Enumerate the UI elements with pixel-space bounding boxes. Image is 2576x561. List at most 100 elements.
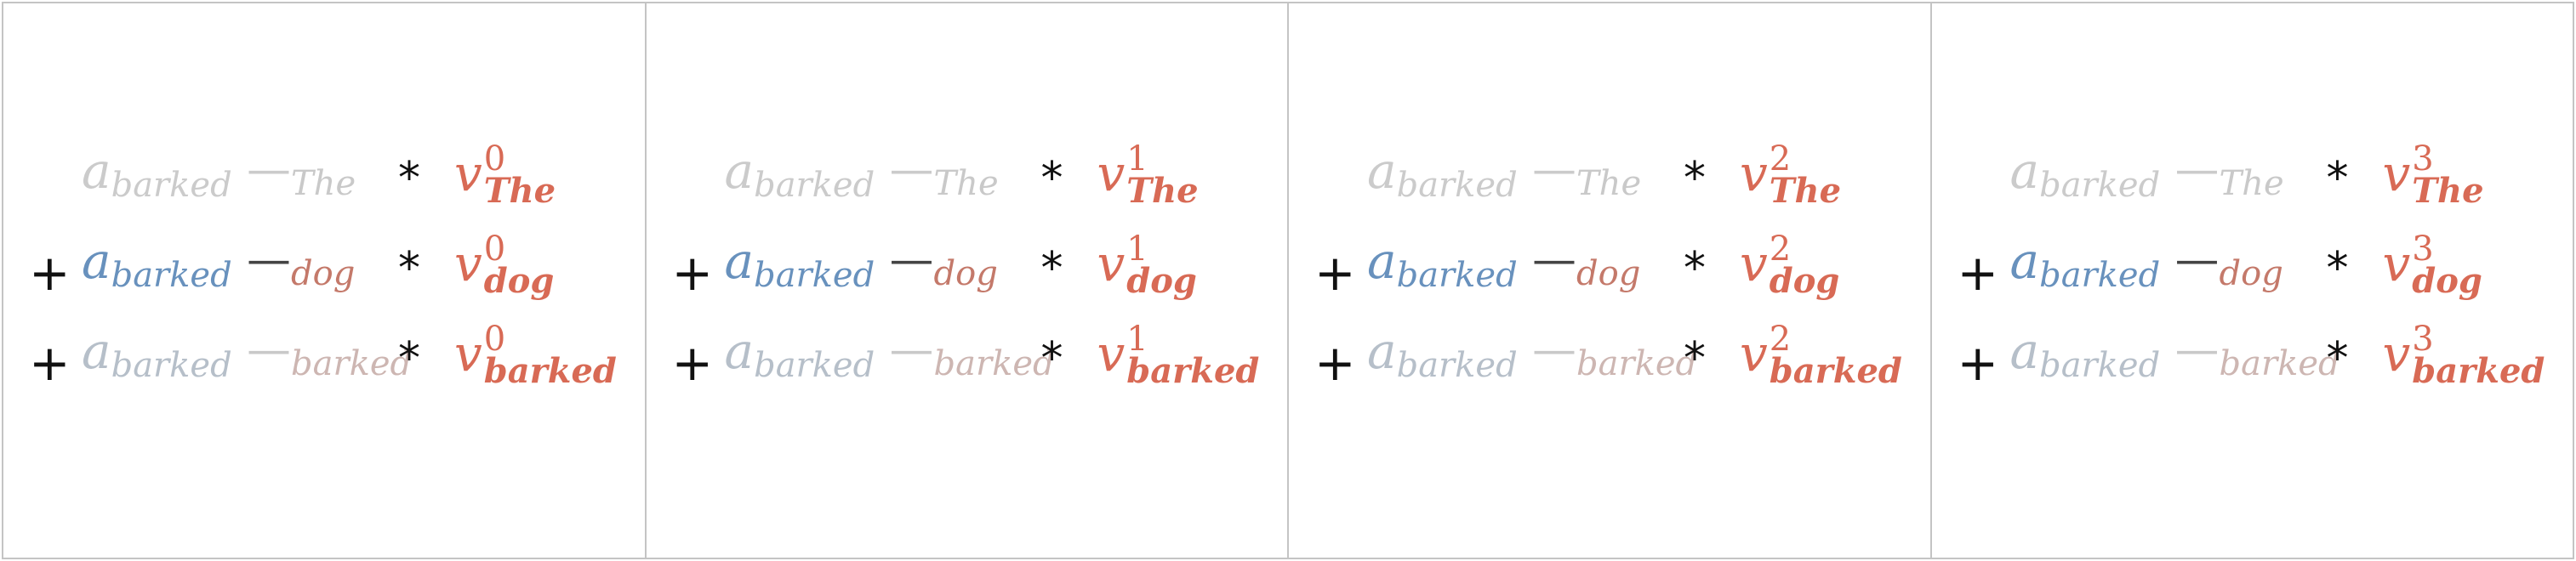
attention-key-token: barked [291, 344, 413, 383]
minus-connector: — [247, 235, 291, 286]
attention-query: barked [754, 256, 875, 295]
value-symbol: v [1740, 235, 1768, 292]
attention-symbol: a [1367, 322, 1397, 380]
plus-sign: + [1314, 244, 1356, 302]
value-vector: v 0 barked [454, 322, 617, 391]
attention-query: barked [2039, 256, 2161, 295]
value-symbol: v [2382, 235, 2411, 292]
multiply-sign: * [1040, 243, 1063, 294]
minus-connector: — [1532, 325, 1576, 376]
attention-query: barked [754, 166, 875, 205]
attention-symbol: a [1367, 142, 1397, 200]
equation-row-dog: + abarked — dog * v 3 dog [1952, 230, 2565, 320]
value-vector: v 1 The [1097, 142, 1199, 211]
value-token: barked [2412, 351, 2545, 391]
value-vector: v 0 The [454, 142, 556, 208]
value-token: The [1126, 171, 1199, 211]
equation-row-the: abarked — The * v 3 The [1952, 139, 2565, 230]
attention-weight: abarked [82, 326, 232, 382]
attention-symbol: a [82, 142, 111, 200]
value-token: dog [483, 261, 555, 301]
value-symbol: v [1740, 325, 1768, 382]
value-vector: v 3 The [2382, 142, 2484, 211]
value-token: The [2412, 171, 2484, 211]
multiply-sign: * [2326, 153, 2349, 204]
plus-sign: + [29, 244, 71, 302]
value-token: barked [1769, 351, 1902, 391]
attention-weight: abarked [1367, 326, 1518, 382]
equation-row-barked: + abarked — barked * v 3 barked [1952, 320, 2565, 410]
plus-sign: + [1314, 334, 1356, 392]
attention-query: barked [111, 256, 232, 295]
attention-query: barked [111, 166, 232, 205]
minus-connector: — [1532, 235, 1576, 286]
multiply-sign: * [2326, 243, 2349, 294]
value-vector: v 2 dog [1740, 232, 1840, 301]
multiply-sign: * [1040, 153, 1063, 204]
value-vector: v 2 The [1740, 142, 1841, 208]
attention-key-token: The [2219, 164, 2284, 203]
value-head-panel-3: abarked — The * v 3 The + abarked — dog * … [1929, 3, 2573, 558]
plus-sign: + [671, 334, 714, 392]
multiply-sign: * [1684, 333, 1706, 384]
value-token: dog [1769, 261, 1840, 301]
attention-query: barked [1396, 166, 1518, 205]
attention-symbol: a [1367, 232, 1397, 290]
plus-sign: + [671, 244, 714, 302]
attention-weight: abarked [725, 326, 875, 382]
minus-connector: — [2174, 144, 2220, 196]
minus-connector: — [889, 144, 934, 196]
plus-sign: + [1957, 244, 1999, 302]
weighted-sum-equation: abarked — The * v 0 The + abarked — dog * … [24, 139, 636, 410]
value-vector: v 3 dog [2382, 232, 2482, 298]
multiply-sign: * [2326, 333, 2349, 384]
attention-weight: abarked [725, 236, 875, 292]
attention-query: barked [2039, 166, 2161, 205]
minus-connector: — [889, 235, 934, 286]
attention-key-token: dog [2219, 254, 2283, 293]
weighted-sum-equation: abarked — The * v 3 The + abarked — dog * … [1952, 139, 2565, 410]
attention-query: barked [1396, 256, 1518, 295]
attention-symbol: a [724, 232, 755, 290]
plus-sign: + [1957, 334, 1999, 392]
diagram-frame: abarked — The * v 0 The + abarked — dog * … [2, 2, 2574, 559]
equation-row-barked: + abarked — barked * v 2 barked [1309, 320, 1922, 410]
value-symbol: v [454, 144, 482, 202]
equation-row-dog: + abarked — dog * v 0 dog [24, 230, 636, 320]
value-symbol: v [1097, 235, 1126, 292]
equation-row-dog: + abarked — dog * v 1 dog [667, 230, 1279, 320]
attention-symbol: a [724, 142, 755, 200]
value-symbol: v [2382, 144, 2411, 202]
attention-symbol: a [724, 322, 755, 380]
attention-weight: abarked [2010, 236, 2161, 292]
attention-query: barked [754, 346, 875, 385]
attention-weight: abarked [1367, 236, 1518, 292]
value-vector: v 2 barked [1740, 322, 1902, 391]
attention-symbol: a [82, 322, 111, 380]
value-symbol: v [454, 235, 482, 292]
attention-key-token: dog [1576, 254, 1641, 293]
attention-key-token: dog [291, 254, 356, 293]
multiply-sign: * [1684, 153, 1706, 204]
multiply-sign: * [398, 153, 420, 204]
attention-weight: abarked [725, 146, 875, 202]
value-head-panel-1: abarked — The * v 1 The + abarked — dog * … [644, 3, 1288, 558]
equation-row-the: abarked — The * v 0 The [24, 139, 636, 230]
minus-connector: — [889, 325, 934, 376]
attention-query: barked [111, 346, 232, 385]
attention-key-token: dog [933, 254, 998, 293]
attention-weight: abarked [2010, 326, 2161, 382]
attention-key-token: barked [1576, 344, 1698, 383]
multiply-sign: * [1040, 333, 1063, 384]
value-token: barked [483, 351, 617, 391]
equation-row-the: abarked — The * v 1 The [667, 139, 1279, 230]
value-symbol: v [1097, 325, 1126, 382]
minus-connector: — [1532, 144, 1576, 196]
minus-connector: — [2174, 325, 2220, 376]
minus-connector: — [247, 144, 291, 196]
attention-weight: abarked [2010, 146, 2161, 202]
value-vector: v 1 barked [1097, 322, 1260, 388]
attention-key-token: The [1576, 164, 1642, 203]
value-vector: v 3 barked [2383, 322, 2545, 391]
value-symbol: v [1740, 144, 1768, 202]
